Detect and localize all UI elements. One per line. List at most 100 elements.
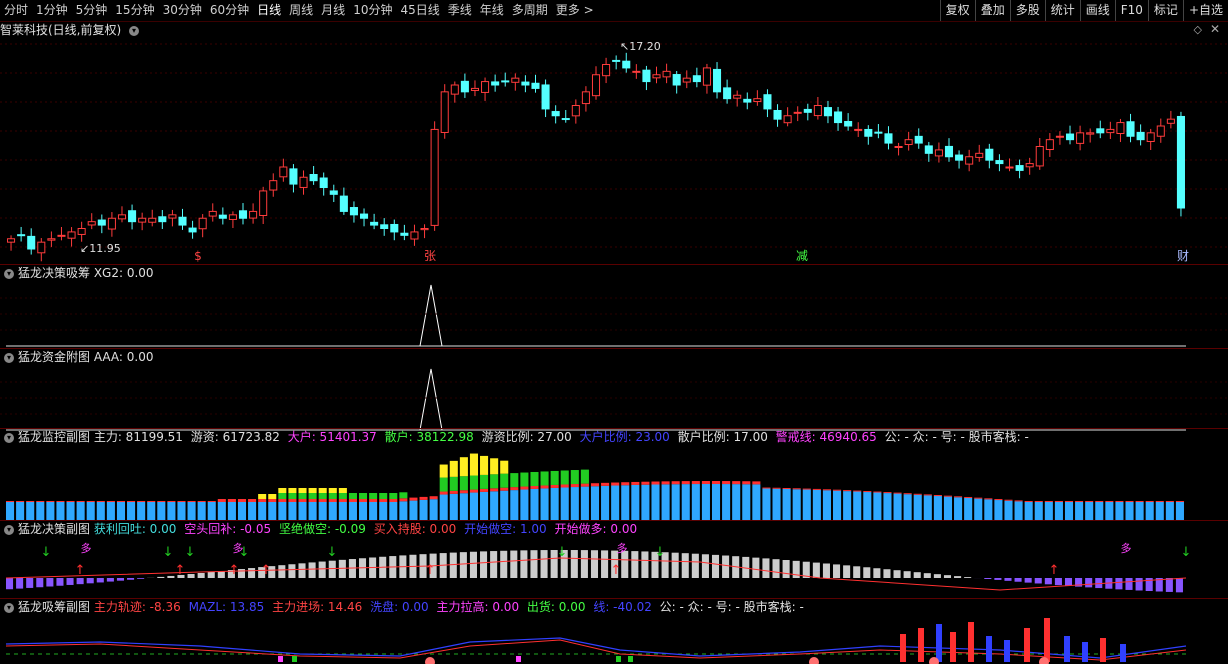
bar-retail — [903, 493, 912, 495]
bar-main — [358, 502, 368, 520]
bar-retail — [187, 501, 196, 502]
bar-retail — [459, 490, 468, 494]
candlestick-chart[interactable]: $ 张 减 财 — [0, 24, 1228, 264]
tag-label: 多 — [81, 541, 92, 555]
bar-retail — [601, 482, 610, 486]
panel5-chart[interactable] — [0, 616, 1228, 664]
chevron-down-icon[interactable]: ▾ — [4, 432, 14, 443]
bar-retail — [943, 495, 953, 497]
bar-retail — [288, 499, 297, 502]
bar-large — [570, 470, 579, 485]
candle-body — [228, 214, 237, 220]
candle-body — [57, 234, 66, 237]
bar-large — [500, 473, 509, 488]
bar-retail — [913, 493, 922, 495]
bar-retail — [177, 501, 186, 502]
chevron-down-icon[interactable]: ▾ — [4, 268, 14, 279]
indicator-value: 大户比例: 23.00 — [579, 430, 674, 444]
area-bar — [137, 578, 145, 579]
candle-body — [1116, 122, 1125, 135]
period-tab[interactable]: 月线 — [317, 0, 349, 21]
panel2-header: ▾ 猛龙资金附图 AAA: 0.00 — [0, 349, 158, 365]
candle-body — [753, 98, 762, 103]
tool-button[interactable]: 复权 — [939, 0, 975, 21]
bar-large — [550, 470, 559, 485]
tool-button[interactable]: F10 — [1114, 0, 1148, 21]
period-tab[interactable]: 15分钟 — [111, 0, 158, 21]
bar-main — [389, 502, 398, 520]
period-tab[interactable]: 30分钟 — [159, 0, 206, 21]
tool-button[interactable]: 统计 — [1044, 0, 1080, 21]
chevron-down-icon[interactable]: ▾ — [4, 352, 14, 363]
bar-retail — [711, 481, 721, 485]
period-tab[interactable]: 45日线 — [396, 0, 443, 21]
bar-main — [742, 484, 751, 520]
bar-main — [950, 632, 956, 662]
bar-retail — [570, 484, 579, 488]
panel2-chart[interactable] — [0, 366, 1228, 432]
tool-button[interactable]: +自选 — [1182, 0, 1228, 21]
candle-body — [17, 234, 26, 237]
period-tab[interactable]: 日线 — [253, 0, 285, 21]
chevron-down-icon[interactable]: ▾ — [4, 524, 14, 535]
bar-hot — [480, 455, 489, 475]
bar-main — [56, 502, 65, 520]
period-tab[interactable]: 分时 — [0, 0, 32, 21]
area-bar — [822, 563, 830, 578]
candle-body — [360, 213, 369, 219]
bar-main — [711, 484, 721, 520]
tool-button[interactable]: 画线 — [1079, 0, 1115, 21]
tool-button[interactable]: 标记 — [1147, 0, 1183, 21]
bar-retail — [379, 499, 388, 502]
candle-body — [652, 74, 661, 79]
period-tab[interactable]: 多周期 — [508, 0, 552, 21]
tool-buttons: 复权 叠加 多股 统计 画线 F10 标记 +自选 — [939, 0, 1228, 21]
candle-body — [1045, 139, 1054, 151]
period-tab[interactable]: 更多 > — [552, 0, 598, 21]
bar-large — [560, 470, 569, 485]
bar-retail — [369, 499, 378, 502]
indicator-value: 开始做空: 1.00 — [464, 522, 551, 536]
bar-main — [863, 492, 872, 520]
bar-large — [530, 471, 539, 486]
bar-main — [968, 622, 974, 662]
period-tab[interactable]: 60分钟 — [206, 0, 253, 21]
candle-body — [944, 145, 954, 158]
period-tab[interactable]: 年线 — [476, 0, 508, 21]
bar-main — [782, 488, 791, 520]
panel3-chart[interactable] — [0, 446, 1228, 520]
period-tab[interactable]: 5分钟 — [72, 0, 112, 21]
bar-retail — [46, 501, 55, 502]
period-tab[interactable]: 季线 — [444, 0, 476, 21]
panel1-chart[interactable] — [0, 282, 1228, 348]
panel4-chart[interactable]: ↓↑↓↑↓↑↓↑↓↑↓↑↓↑↓多多多多 — [0, 538, 1228, 598]
bar-main — [752, 484, 761, 520]
tool-button[interactable]: 叠加 — [974, 0, 1010, 21]
period-toolbar: 分时 1分钟 5分钟 15分钟 30分钟 60分钟 日线 周线 月线 10分钟 45日线 季线 年线 多周… — [0, 0, 1228, 22]
candle-body — [309, 174, 318, 182]
bar-main — [106, 502, 115, 520]
candle-body — [672, 74, 681, 86]
candle-body — [289, 168, 298, 185]
period-tab[interactable]: 1分钟 — [32, 0, 72, 21]
period-tab[interactable]: 10分钟 — [349, 0, 396, 21]
period-tabs: 分时 1分钟 5分钟 15分钟 30分钟 60分钟 日线 周线 月线 10分钟 45日线 季线 年线 多周… — [0, 0, 598, 21]
signal-arrow: ↑ — [75, 563, 86, 578]
period-tab[interactable]: 周线 — [285, 0, 317, 21]
candle-body — [632, 70, 641, 73]
bar-large — [389, 493, 398, 499]
bar-large — [288, 493, 297, 499]
bar-retail — [822, 489, 831, 491]
bar-large — [459, 476, 468, 491]
candle-body — [168, 214, 177, 219]
candle-body — [1166, 118, 1175, 124]
chevron-down-icon[interactable]: ▾ — [4, 602, 14, 613]
candle-body — [803, 108, 812, 113]
bar-retail — [237, 499, 247, 502]
bar-retail — [56, 501, 65, 502]
bar-retail — [409, 497, 418, 501]
tool-button[interactable]: 多股 — [1009, 0, 1045, 21]
signal-arrow: ↓ — [655, 545, 666, 560]
area-bar — [1024, 578, 1032, 583]
bar-retail — [16, 501, 25, 502]
